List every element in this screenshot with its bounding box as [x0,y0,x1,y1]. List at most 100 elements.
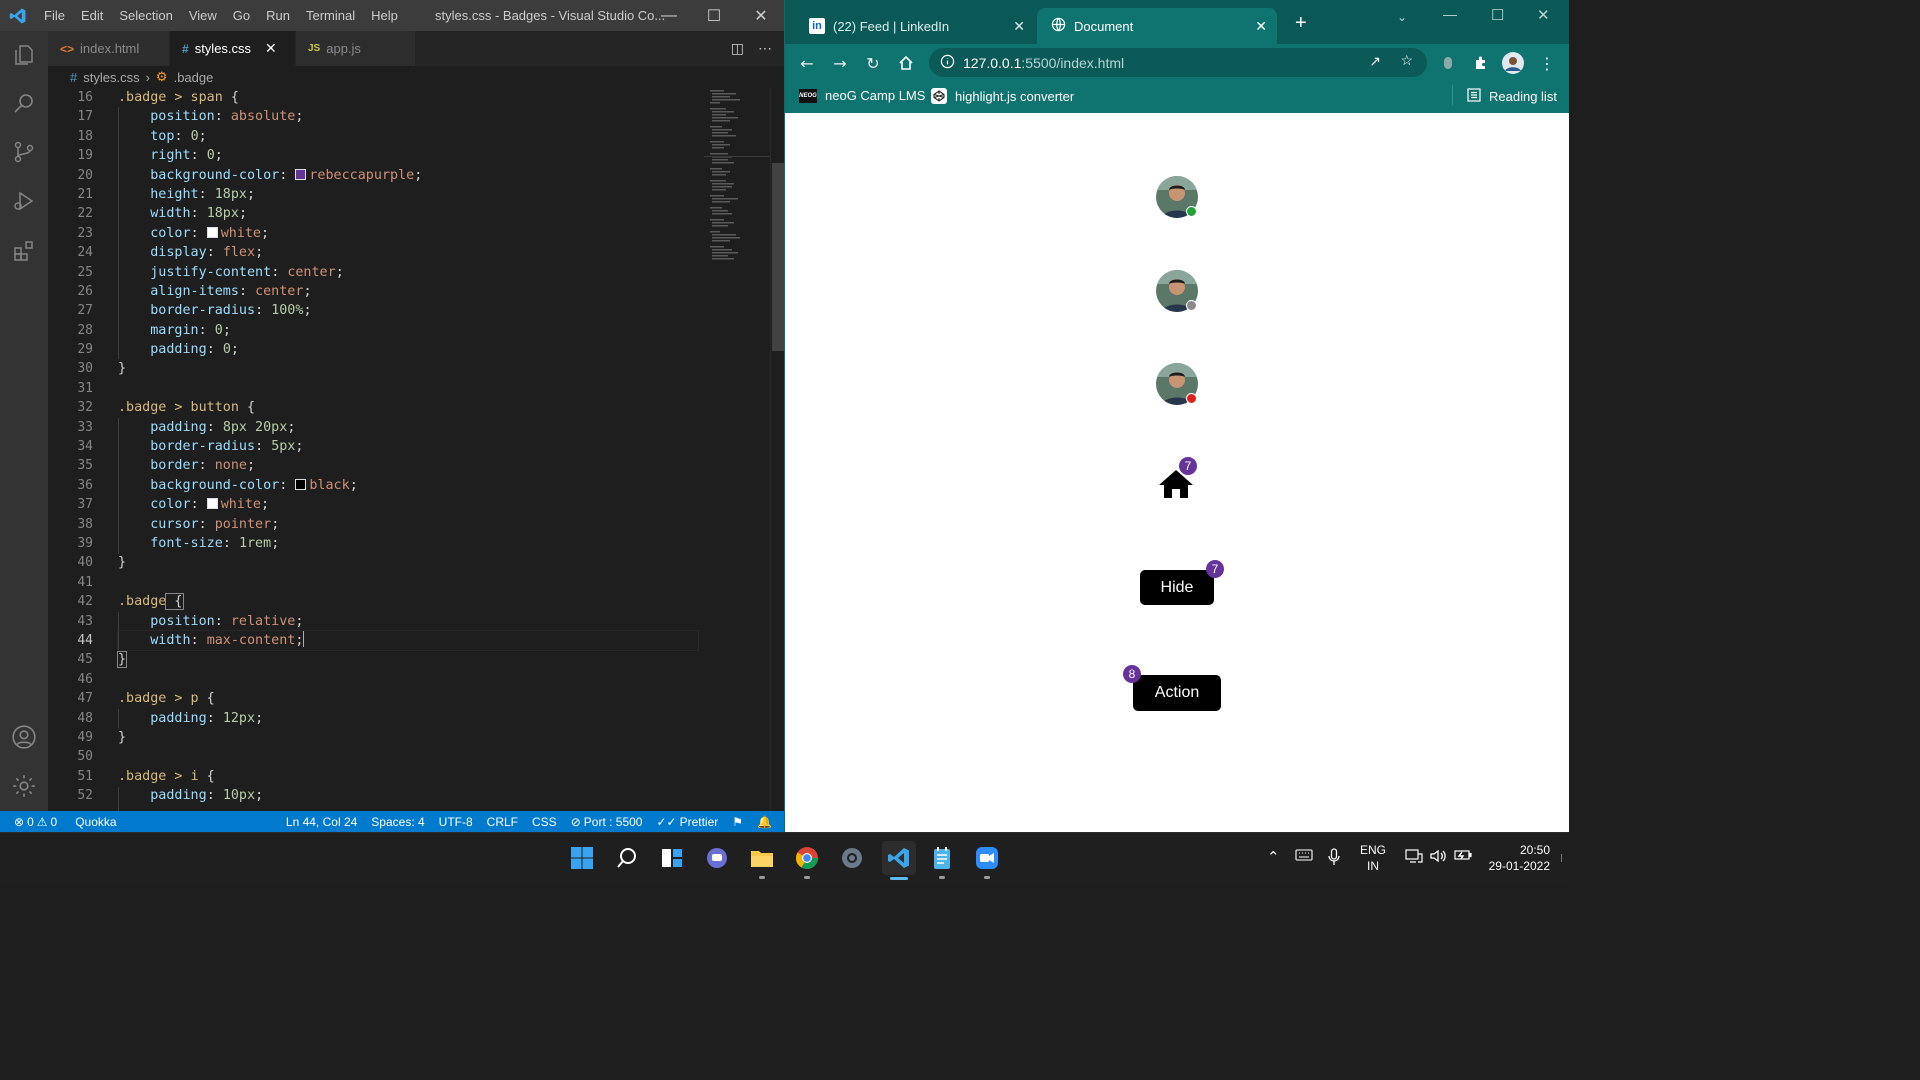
line-number: 17 [77,109,93,125]
settings-gear-icon[interactable] [8,770,40,802]
input-language[interactable]: ENG IN [1360,842,1386,874]
color-swatch[interactable] [206,498,218,510]
bookmark-highlightjs[interactable]: highlight.js converter [931,88,1074,104]
close-tab-icon[interactable]: ✕ [265,40,277,57]
teams-chat-icon[interactable] [702,843,732,873]
taskbar-search-icon[interactable] [612,843,642,873]
minimize-icon[interactable]: — [1443,6,1457,22]
scrollbar-thumb[interactable] [772,163,784,351]
line-number: 27 [77,303,93,319]
menu-run[interactable]: Run [258,0,298,31]
browser-tab-document[interactable]: Document ✕ [1037,8,1277,44]
bookmarks-divider [1452,85,1453,105]
notepad-icon[interactable] [927,843,957,879]
home-badge[interactable]: 7 [1158,457,1198,503]
profile-avatar[interactable] [1501,51,1525,75]
extensions-puzzle-icon[interactable] [1469,51,1493,75]
file-explorer-icon[interactable] [747,843,777,879]
task-view-icon[interactable] [657,843,687,873]
vscode-logo-icon[interactable] [0,7,36,25]
code-line: .badge > p { [118,691,215,707]
maximize-icon[interactable]: ☐ [1491,6,1504,24]
accounts-icon[interactable] [8,721,40,753]
reading-list-button[interactable]: Reading list [1467,88,1557,105]
source-control-icon[interactable] [8,136,40,168]
reading-list-icon [1467,88,1481,105]
more-actions-icon[interactable]: ⋯ [758,40,772,57]
close-tab-icon[interactable]: ✕ [1255,18,1267,35]
tab-styles-css[interactable]: # styles.css ✕ [170,31,296,66]
reload-icon[interactable]: ↻ [861,51,885,75]
volume-icon[interactable] [1429,847,1447,868]
breadcrumb-file[interactable]: styles.css [83,70,139,85]
minimap[interactable] [704,88,770,811]
chrome-icon[interactable] [792,843,822,879]
tab-label: app.js [326,41,361,56]
menu-selection[interactable]: Selection [111,0,180,31]
tab-search-chevron-icon[interactable]: ⌄ [1397,10,1407,24]
menu-file[interactable]: File [36,0,73,31]
notifications-bell-icon[interactable]: 🔔 [750,811,784,832]
split-editor-icon[interactable]: ◫ [731,40,744,57]
tab-app-js[interactable]: JS app.js [296,31,416,66]
line-number: 18 [77,128,93,144]
menu-edit[interactable]: Edit [73,0,111,31]
live-server-port[interactable]: ⊘ Port : 5500 [564,811,650,832]
explorer-icon[interactable] [8,39,40,71]
live-share-icon[interactable]: ⚑ [725,811,750,832]
battery-charging-icon[interactable] [1454,848,1472,865]
cursor-position[interactable]: Ln 44, Col 24 [279,811,364,832]
search-icon[interactable] [8,87,40,119]
encoding-status[interactable]: UTF-8 [432,811,480,832]
vscode-taskbar-icon[interactable] [882,841,916,880]
color-swatch[interactable] [295,478,307,490]
close-tab-icon[interactable]: ✕ [1013,18,1025,35]
show-hidden-icons-chevron-icon[interactable]: ⌃ [1267,848,1280,866]
browser-tab-linkedin[interactable]: in (22) Feed | LinkedIn ✕ [795,8,1035,44]
settings-gear-icon[interactable] [837,843,867,873]
browser-menu-kebab-icon[interactable]: ⋮ [1535,51,1559,75]
color-swatch[interactable] [206,226,218,238]
language-mode[interactable]: CSS [525,811,564,832]
problems-indicator[interactable]: ⊗ 0 ⚠ 0 [0,811,64,832]
menu-terminal[interactable]: Terminal [298,0,363,31]
indentation-status[interactable]: Spaces: 4 [364,811,431,832]
zoom-icon[interactable] [972,843,1002,879]
editor-scrollbar[interactable] [770,88,784,811]
bookmark-neog[interactable]: NEOG neoG Camp LMS [799,88,925,103]
run-debug-icon[interactable] [8,185,40,217]
site-info-icon[interactable] [940,54,955,72]
quokka-status[interactable]: Quokka [68,811,123,832]
address-bar[interactable]: 127.0.0.1:5500/index.html ↗ ☆ [929,48,1427,77]
maximize-icon[interactable]: ☐ [691,0,737,31]
new-tab-plus-icon[interactable]: + [1295,12,1307,35]
prettier-status[interactable]: ✓✓ Prettier [649,811,725,832]
back-arrow-icon[interactable]: ← [795,51,819,75]
extension-mouse-icon[interactable] [1436,51,1460,75]
menu-help[interactable]: Help [363,0,406,31]
network-icon[interactable] [1405,848,1423,867]
clock[interactable]: 20:50 29-01-2022 [1484,842,1550,874]
eol-status[interactable]: CRLF [480,811,525,832]
breadcrumb-symbol[interactable]: .badge [174,70,214,85]
tab-index-html[interactable]: <> index.html [48,31,170,66]
close-icon[interactable]: ✕ [738,0,784,31]
extensions-icon[interactable] [8,235,40,267]
keyboard-icon[interactable] [1295,848,1313,865]
menu-go[interactable]: Go [225,0,258,31]
menu-view[interactable]: View [181,0,225,31]
show-desktop-button[interactable] [1561,854,1564,862]
home-icon[interactable] [894,51,918,75]
color-swatch[interactable] [295,168,307,180]
share-icon[interactable]: ↗ [1369,53,1381,70]
close-window-icon[interactable]: ✕ [1537,6,1550,24]
minimize-icon[interactable]: — [646,0,692,31]
action-button[interactable]: Action [1133,675,1221,711]
code-line: right: 0; [150,148,223,164]
code-editor[interactable]: 16 17 18 19 20 21 22 23 24 25 26 27 28 29 30 31 32 33 34 35… [48,88,784,811]
forward-arrow-icon[interactable]: → [828,51,852,75]
microphone-icon[interactable] [1328,848,1340,869]
start-windows-icon[interactable] [567,843,597,873]
bookmark-star-icon[interactable]: ☆ [1400,52,1413,69]
hide-button[interactable]: Hide [1140,570,1214,605]
